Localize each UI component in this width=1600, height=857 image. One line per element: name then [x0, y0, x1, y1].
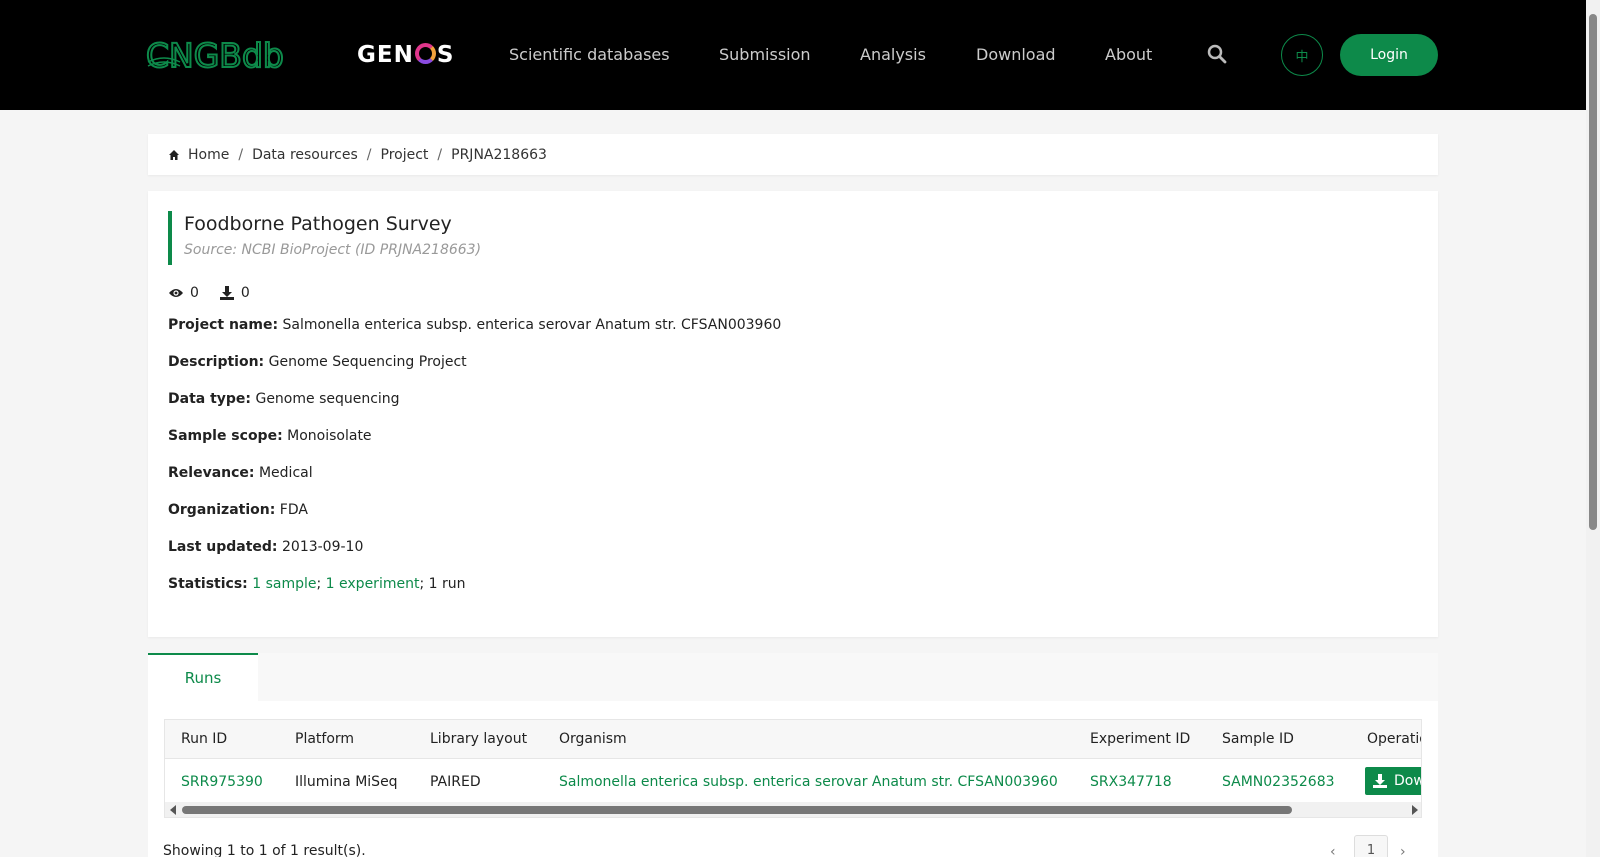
nav-download[interactable]: Download: [976, 45, 1056, 64]
language-switch-button[interactable]: 中: [1281, 34, 1323, 76]
download-icon: [1373, 774, 1387, 788]
tabs-bar: Runs: [148, 653, 1438, 701]
breadcrumb-separator: /: [238, 146, 244, 163]
view-count: 0: [190, 285, 199, 301]
download-icon: [219, 286, 234, 300]
column-run-id: Run ID: [181, 731, 228, 747]
organism-link[interactable]: Salmonella enterica subsp. enterica sero…: [559, 774, 1058, 790]
breadcrumb: Home / Data resources / Project / PRJNA2…: [148, 134, 1438, 175]
field-organization: Organization: FDA: [168, 502, 308, 518]
breadcrumb-current: PRJNA218663: [451, 146, 547, 163]
runs-table: Run ID Platform Library layout Organism …: [164, 719, 1422, 818]
top-navbar: CNGBdb GEN S Scientific databases Submiss…: [0, 0, 1586, 110]
experiment-count-link[interactable]: 1 experiment: [326, 576, 420, 592]
search-icon[interactable]: [1207, 44, 1227, 64]
column-library-layout: Library layout: [430, 731, 528, 747]
layout-cell: PAIRED: [430, 774, 481, 790]
project-detail-card: Foodborne Pathogen Survey Source: NCBI B…: [148, 191, 1438, 637]
platform-cell: Illumina MiSeq: [295, 774, 398, 790]
nav-scientific-databases[interactable]: Scientific databases: [509, 45, 670, 64]
nav-submission[interactable]: Submission: [719, 45, 811, 64]
column-experiment-id: Experiment ID: [1090, 731, 1191, 747]
scrollbar-thumb[interactable]: [1589, 14, 1597, 530]
page-number-button[interactable]: 1: [1354, 835, 1388, 857]
project-title-block: Foodborne Pathogen Survey Source: NCBI B…: [168, 211, 481, 265]
project-source: Source: NCBI BioProject (ID PRJNA218663): [184, 242, 482, 258]
scroll-left-arrow-icon[interactable]: [170, 805, 176, 815]
breadcrumb-separator: /: [437, 146, 443, 163]
download-run-button[interactable]: Download: [1365, 767, 1421, 795]
svg-text:CNGBdb: CNGBdb: [146, 36, 284, 74]
column-sample-id: Sample ID: [1222, 731, 1294, 747]
table-header: Run ID Platform Library layout Organism …: [165, 720, 1421, 759]
page-title: Foodborne Pathogen Survey: [184, 213, 452, 235]
field-relevance: Relevance: Medical: [168, 465, 313, 481]
nav-analysis[interactable]: Analysis: [860, 45, 926, 64]
eye-icon: [169, 289, 183, 297]
next-page-icon[interactable]: ›: [1400, 844, 1410, 857]
breadcrumb-data-resources[interactable]: Data resources: [252, 147, 358, 163]
download-count: 0: [240, 285, 250, 301]
column-platform: Platform: [295, 731, 355, 747]
cngbdb-logo[interactable]: CNGBdb: [146, 36, 308, 74]
sample-id-link[interactable]: SAMN02352683: [1222, 774, 1335, 790]
login-button[interactable]: Login: [1340, 34, 1438, 76]
tab-runs[interactable]: Runs: [148, 653, 258, 701]
genos-ring-icon: [414, 43, 436, 64]
field-last-updated: Last updated: 2013-09-10: [168, 539, 364, 555]
page-vertical-scrollbar[interactable]: [1586, 0, 1600, 857]
results-summary: Showing 1 to 1 of 1 result(s).: [163, 843, 366, 857]
experiment-id-link[interactable]: SRX347718: [1090, 774, 1172, 790]
breadcrumb-separator: /: [366, 146, 372, 163]
field-data-type: Data type: Genome sequencing: [168, 391, 400, 407]
prev-page-icon[interactable]: ‹: [1330, 844, 1340, 857]
field-description: Description: Genome Sequencing Project: [168, 354, 467, 370]
project-counters: 0 0: [168, 285, 270, 301]
genos-logo[interactable]: GEN S: [357, 42, 454, 68]
scrollbar-thumb[interactable]: [182, 806, 1292, 814]
column-organism: Organism: [559, 731, 627, 747]
scroll-right-arrow-icon[interactable]: [1412, 805, 1418, 815]
run-id-link[interactable]: SRR975390: [181, 774, 263, 790]
nav-about[interactable]: About: [1105, 45, 1152, 64]
breadcrumb-home[interactable]: Home: [188, 147, 229, 163]
column-operation: Operation: [1367, 731, 1421, 747]
field-statistics: Statistics: 1 sample; 1 experiment; 1 ru…: [168, 576, 466, 592]
breadcrumb-project[interactable]: Project: [381, 147, 429, 163]
field-project-name: Project name: Salmonella enterica subsp.…: [168, 317, 782, 333]
field-sample-scope: Sample scope: Monoisolate: [168, 428, 372, 444]
sample-count-link[interactable]: 1 sample: [252, 576, 316, 592]
table-horizontal-scrollbar[interactable]: [165, 802, 1421, 817]
home-icon: [169, 149, 179, 160]
